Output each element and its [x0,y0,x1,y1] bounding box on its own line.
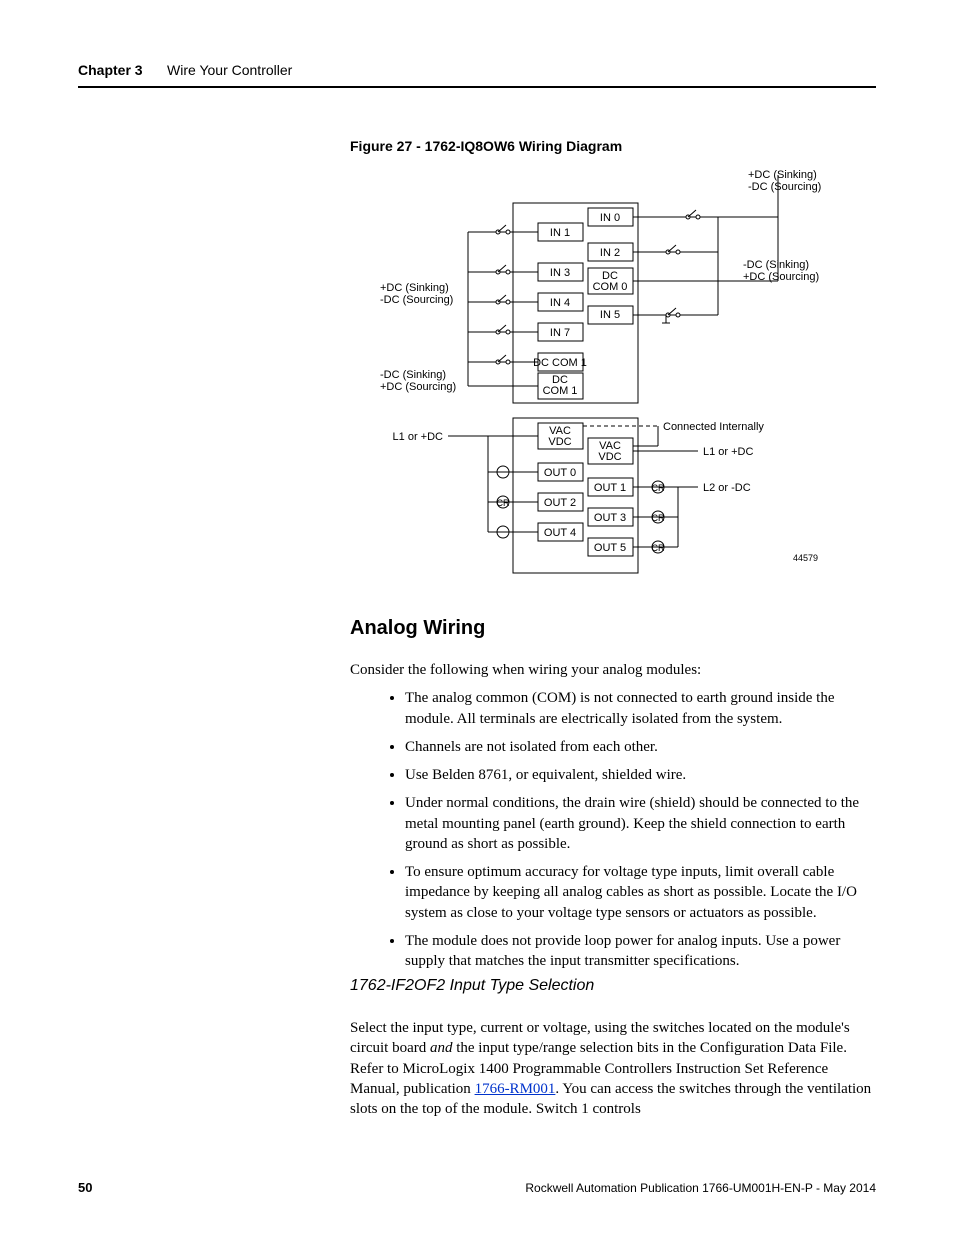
svg-text:+DC (Sourcing): +DC (Sourcing) [380,381,456,393]
svg-text:+DC (Sourcing): +DC (Sourcing) [743,271,819,283]
svg-text:CR: CR [652,483,665,493]
section-heading: Analog Wiring [350,617,485,640]
wiring-diagram: IN 0 IN 2 DC COM 0 IN 5 IN 1 IN 3 IN 4 I… [378,168,838,578]
bullet: To ensure optimum accuracy for voltage t… [405,862,876,923]
svg-text:CR: CR [652,513,665,523]
svg-text:+DC (Sinking): +DC (Sinking) [380,282,449,294]
svg-text:OUT 4: OUT 4 [544,527,576,539]
chapter-label: Chapter 3 [78,62,143,78]
bullet: The analog common (COM) is not connected… [405,688,876,729]
svg-text:-DC (Sourcing): -DC (Sourcing) [748,181,821,193]
terminal-label: IN 4 [550,297,570,309]
subsection-heading: 1762-IF2OF2 Input Type Selection [350,977,594,995]
svg-text:VDC: VDC [598,451,621,463]
bullet: The module does not provide loop power f… [405,931,876,972]
svg-text:-DC (Sinking): -DC (Sinking) [380,369,446,381]
svg-text:OUT 1: OUT 1 [594,482,626,494]
svg-text:CR: CR [497,498,510,508]
figure-caption: Figure 27 - 1762-IQ8OW6 Wiring Diagram [350,138,622,154]
subsection-body: Select the input type, current or voltag… [350,1018,876,1119]
terminal-label: IN 0 [600,212,620,224]
svg-text:-DC (Sourcing): -DC (Sourcing) [380,294,453,306]
svg-text:OUT 2: OUT 2 [544,497,576,509]
svg-text:OUT 0: OUT 0 [544,467,576,479]
section-bullets: The analog common (COM) is not connected… [350,688,876,971]
svg-text:COM 0: COM 0 [593,281,628,293]
svg-text:VDC: VDC [548,436,571,448]
page-number: 50 [78,1180,92,1195]
chapter-title: Wire Your Controller [167,62,292,78]
terminal-label: IN 3 [550,267,570,279]
bullet: Channels are not isolated from each othe… [405,737,876,757]
svg-text:COM 1: COM 1 [543,385,578,397]
svg-text:CR: CR [652,543,665,553]
section-body: Consider the following when wiring your … [350,660,876,979]
svg-text:OUT 3: OUT 3 [594,512,626,524]
svg-text:OUT 5: OUT 5 [594,542,626,554]
svg-text:L2 or -DC: L2 or -DC [703,482,751,494]
svg-text:Connected Internally: Connected Internally [663,421,764,433]
svg-text:+DC (Sinking): +DC (Sinking) [748,169,817,181]
svg-text:-DC (Sinking): -DC (Sinking) [743,259,809,271]
page-header: Chapter 3 Wire Your Controller [78,62,876,88]
publication-info: Rockwell Automation Publication 1766-UM0… [525,1181,876,1195]
bullet: Use Belden 8761, or equivalent, shielded… [405,765,876,785]
terminal-label: IN 5 [600,309,620,321]
terminal-label: IN 7 [550,327,570,339]
terminal-label: IN 2 [600,247,620,259]
section-intro: Consider the following when wiring your … [350,660,876,680]
svg-text:L1 or +DC: L1 or +DC [393,431,443,443]
terminal-label: DC COM 1 [533,357,587,369]
bullet: Under normal conditions, the drain wire … [405,793,876,854]
terminal-label: IN 1 [550,227,570,239]
svg-text:L1 or +DC: L1 or +DC [703,446,753,458]
figure-ref: 44579 [793,553,818,563]
publication-link[interactable]: 1766-RM001 [475,1081,556,1097]
